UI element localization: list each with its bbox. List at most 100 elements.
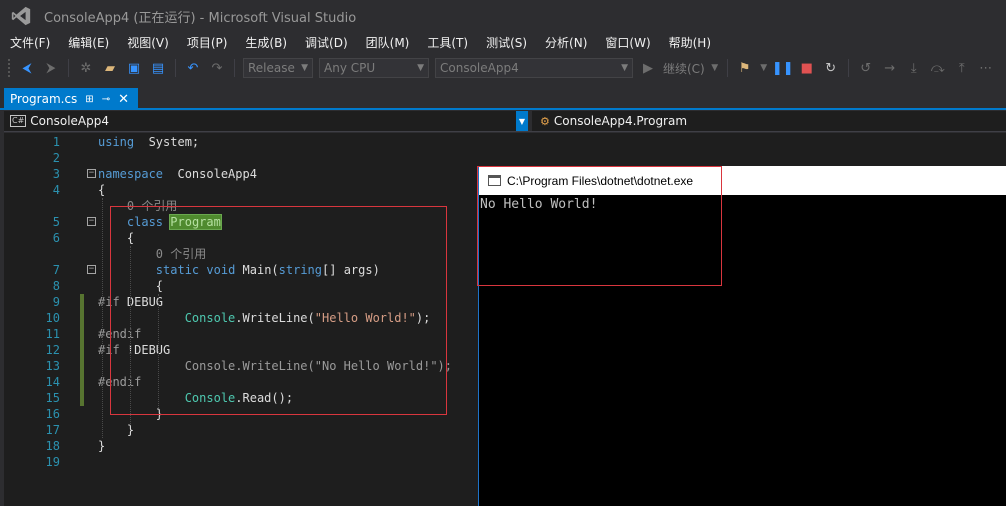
menu-analyze[interactable]: 分析(N) [539,34,593,51]
break-all-pause-icon[interactable]: ❚❚ [772,59,794,77]
window-title: ConsoleApp4 (正在运行) - Microsoft Visual St… [44,10,357,26]
platform-select[interactable]: Any CPU ▼ [319,58,429,78]
code-text: } [98,438,105,454]
step-out-icon[interactable]: ⤒ [953,59,971,77]
code-token: namespace [98,167,164,181]
code-text: namespace ConsoleApp4 [98,166,257,182]
continue-play-icon[interactable]: ▶ [639,59,657,77]
undo-icon[interactable]: ↶ [184,59,202,77]
line-number: 3 [52,167,60,181]
menu-file[interactable]: 文件(F) [4,34,56,51]
line-number: 7 [52,263,60,277]
visual-studio-logo-icon [11,6,31,26]
line-number: 10 [45,311,60,325]
chevron-down-icon[interactable]: ▼ [760,59,768,77]
collapse-toggle-icon[interactable]: − [87,169,96,178]
menu-edit[interactable]: 编辑(E) [62,34,115,51]
code-token: ConsoleApp4 [163,167,257,181]
change-indicator [80,342,84,358]
tab-program-cs[interactable]: Program.cs ⊞ ⊸ ✕ [4,88,138,110]
save-all-icon[interactable]: ▤ [149,59,167,77]
configuration-select[interactable]: Release ▼ [243,58,313,78]
open-folder-icon[interactable]: ▰ [101,59,119,77]
line-number: 13 [45,359,60,373]
process-flag-icon[interactable]: ⚑ [736,59,754,77]
code-line[interactable]: 2 [4,150,1004,166]
code-text: } [98,422,134,438]
close-icon[interactable]: ✕ [118,92,129,107]
navigate-back-icon[interactable]: ⮜ [18,59,36,77]
step-over-icon[interactable]: ⤼ [929,59,947,77]
step-into-icon[interactable]: ⤓ [905,59,923,77]
menu-window[interactable]: 窗口(W) [599,34,656,51]
line-number: 1 [52,135,60,149]
change-indicator [80,390,84,406]
line-number: 12 [45,343,60,357]
type-dropdown[interactable]: ⚙ ConsoleApp4.Program [532,111,1006,131]
tab-label: Program.cs [10,92,78,106]
change-indicator [80,358,84,374]
menu-bar: 文件(F) 编辑(E) 视图(V) 项目(P) 生成(B) 调试(D) 团队(M… [0,32,1006,52]
menu-help[interactable]: 帮助(H) [663,34,717,51]
menu-test[interactable]: 测试(S) [480,34,533,51]
chevron-down-icon: ▼ [417,63,424,73]
restart-icon[interactable]: ↻ [822,59,840,77]
menu-project[interactable]: 项目(P) [181,34,234,51]
configuration-value: Release [248,61,295,75]
project-dropdown[interactable]: C# ConsoleApp4 ▼ [4,111,528,131]
redo-icon[interactable]: ↷ [208,59,226,77]
new-project-icon[interactable]: ✲ [77,59,95,77]
navigate-forward-icon[interactable]: ⮞ [42,59,60,77]
line-number: 18 [45,439,60,453]
save-icon[interactable]: ▣ [125,59,143,77]
toolbar-separator [175,59,176,77]
code-token: using [98,135,135,149]
toolbar-separator [234,59,235,77]
change-indicator [80,294,84,310]
change-indicator [80,374,84,390]
line-number: 11 [45,327,60,341]
hot-reload-icon[interactable]: ↺ [857,59,875,77]
line-number: 2 [52,151,60,165]
line-number: 14 [45,375,60,389]
toolbar-grip[interactable] [8,59,12,77]
editor-navigation-bar: C# ConsoleApp4 ▼ ⚙ ConsoleApp4.Program [4,111,1006,132]
indent-guide [102,198,103,438]
change-indicator [80,326,84,342]
line-number: 6 [52,231,60,245]
change-indicator [80,310,84,326]
platform-value: Any CPU [324,61,376,75]
chevron-down-icon[interactable]: ▼ [711,59,719,77]
tab-options-icon[interactable]: ⊞ [85,94,93,105]
annotation-box-console [477,166,722,286]
menu-team[interactable]: 团队(M) [360,34,416,51]
continue-button-label[interactable]: 继续(C) [663,60,705,77]
line-number: 5 [52,215,60,229]
collapse-toggle-icon[interactable]: − [87,265,96,274]
startup-project-select[interactable]: ConsoleApp4 ▼ [435,58,633,78]
startup-project-value: ConsoleApp4 [440,61,519,75]
document-tab-strip: Program.cs ⊞ ⊸ ✕ [0,88,1006,110]
chevron-down-icon[interactable]: ▼ [516,111,528,131]
code-token: } [98,439,106,453]
line-number: 17 [45,423,60,437]
type-dropdown-value: ConsoleApp4.Program [553,114,688,128]
code-line[interactable]: 1 using System; [4,134,1004,150]
line-number: 15 [45,391,60,405]
chevron-down-icon: ▼ [301,63,308,73]
menu-tools[interactable]: 工具(T) [421,34,474,51]
show-next-statement-icon[interactable]: → [881,59,899,77]
pin-icon[interactable]: ⊸ [102,94,110,105]
line-number: 16 [45,407,60,421]
line-number: 19 [45,455,60,469]
collapse-toggle-icon[interactable]: − [87,217,96,226]
line-number: 9 [52,295,60,309]
code-token: } [98,423,135,437]
more-tools-icon[interactable]: ⋯ [977,59,995,77]
menu-debug[interactable]: 调试(D) [299,34,354,51]
menu-view[interactable]: 视图(V) [121,34,175,51]
stop-debugging-icon[interactable]: ■ [798,59,816,77]
toolbar-separator [847,59,849,77]
title-bar: ConsoleApp4 (正在运行) - Microsoft Visual St… [0,0,1006,32]
menu-build[interactable]: 生成(B) [239,34,293,51]
